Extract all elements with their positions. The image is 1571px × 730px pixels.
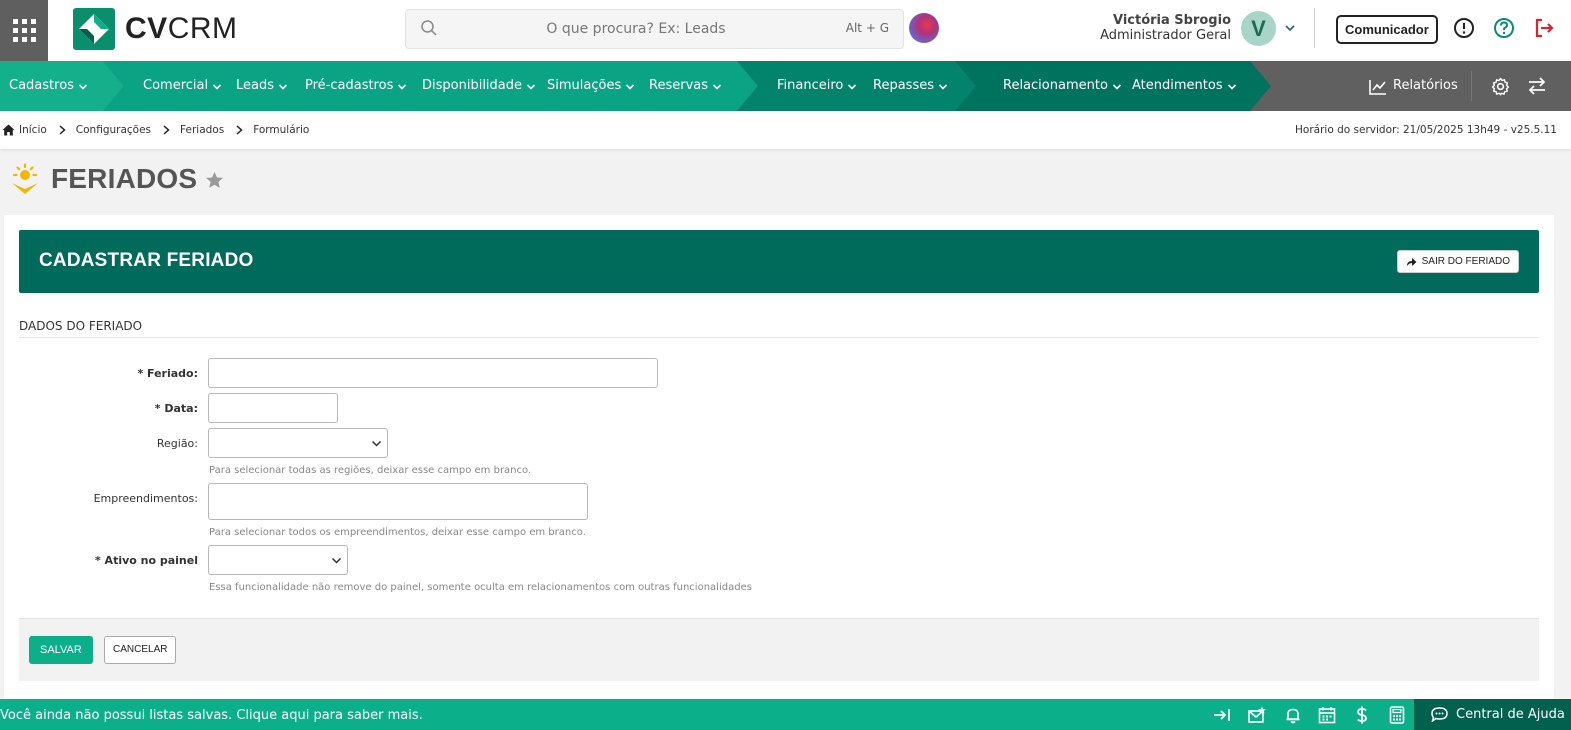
page-title: FERIADOS bbox=[51, 163, 198, 194]
info-icon[interactable] bbox=[1453, 17, 1475, 39]
feriado-input[interactable] bbox=[208, 358, 658, 388]
chevron-down-icon bbox=[371, 440, 382, 447]
calendar-icon[interactable] bbox=[1318, 706, 1336, 724]
chevron-down-icon bbox=[278, 83, 288, 90]
ativo-hint: Essa funcionalidade não remove do painel… bbox=[209, 582, 752, 593]
apps-menu-button[interactable] bbox=[0, 0, 48, 61]
comunicador-button[interactable]: Comunicador bbox=[1336, 15, 1438, 44]
bottom-bar: Você ainda não possui listas salvas. Cli… bbox=[0, 699, 1571, 730]
chevron-down-icon bbox=[1227, 83, 1236, 90]
saved-lists-message[interactable]: Você ainda não possui listas salvas. Cli… bbox=[0, 708, 423, 723]
nav-pre-cadastros[interactable]: Pré-cadastros bbox=[305, 61, 407, 111]
main-navbar: Cadastros Comercial Leads Pré-cadastros … bbox=[0, 61, 1571, 111]
chevron-right-icon bbox=[236, 125, 243, 135]
line-chart-icon bbox=[1369, 79, 1386, 95]
chevron-down-icon bbox=[78, 83, 87, 90]
chevron-down-icon bbox=[398, 83, 407, 90]
dollar-icon[interactable] bbox=[1353, 706, 1371, 724]
chevron-down-icon bbox=[1112, 83, 1121, 90]
logo-mark-icon bbox=[73, 8, 115, 50]
page-title-row: FERIADOS bbox=[9, 163, 224, 195]
chevron-down-icon bbox=[526, 83, 536, 90]
chevron-down-icon bbox=[712, 83, 722, 90]
ai-assistant-icon[interactable] bbox=[909, 13, 939, 43]
nav-disponibilidade[interactable]: Disponibilidade bbox=[422, 61, 536, 111]
ativo-label: * Ativo no painel bbox=[94, 554, 198, 567]
search-input[interactable] bbox=[446, 10, 826, 48]
nav-relatorios[interactable]: Relatórios bbox=[1369, 61, 1458, 111]
chevron-down-icon bbox=[848, 83, 857, 90]
avatar[interactable]: V bbox=[1241, 11, 1276, 46]
search-shortcut: Alt + G bbox=[845, 21, 889, 35]
nav-reservas[interactable]: Reservas bbox=[649, 61, 722, 111]
breadcrumb-configuracoes[interactable]: Configurações bbox=[76, 124, 151, 136]
chevron-down-icon bbox=[938, 83, 948, 90]
section-title: DADOS DO FERIADO bbox=[19, 319, 143, 333]
home-icon[interactable] bbox=[2, 124, 15, 136]
divider bbox=[19, 337, 1539, 338]
nav-repasses[interactable]: Repasses bbox=[873, 61, 948, 111]
favorite-star-icon[interactable] bbox=[205, 171, 224, 189]
chevron-down-icon bbox=[626, 83, 635, 90]
share-arrow-icon bbox=[1406, 257, 1417, 266]
ativo-select[interactable] bbox=[208, 545, 348, 575]
chevron-down-icon bbox=[213, 83, 222, 90]
help-circle-icon[interactable] bbox=[1493, 17, 1515, 39]
nav-simulacoes[interactable]: Simulações bbox=[547, 61, 635, 111]
empreendimentos-hint: Para selecionar todos os empreendimentos… bbox=[209, 527, 586, 538]
top-header: CVCRM Alt + G Victória Sbrogio Administr… bbox=[0, 0, 1571, 61]
feriado-label: * Feriado: bbox=[137, 367, 198, 380]
breadcrumb-formulario: Formulário bbox=[253, 124, 310, 136]
save-button[interactable]: SALVAR bbox=[29, 636, 93, 664]
server-time: Horário do servidor: 21/05/2025 13h49 - … bbox=[1295, 124, 1557, 136]
calculator-icon[interactable] bbox=[1388, 706, 1406, 724]
cancel-button[interactable]: CANCELAR bbox=[104, 636, 177, 664]
empreendimentos-label: Empreendimentos: bbox=[93, 492, 198, 505]
exit-feriado-button[interactable]: SAIR DO FERIADO bbox=[1396, 250, 1519, 273]
nav-comercial[interactable]: Comercial bbox=[143, 61, 222, 111]
breadcrumb-bar: Início Configurações Feriados Formulário… bbox=[0, 111, 1571, 149]
bell-icon[interactable] bbox=[1284, 706, 1302, 724]
form-header: CADASTRAR FERIADO SAIR DO FERIADO bbox=[19, 230, 1539, 293]
empreendimentos-multiselect[interactable] bbox=[208, 483, 588, 520]
chevron-down-icon[interactable] bbox=[1284, 22, 1296, 34]
breadcrumb-inicio[interactable]: Início bbox=[19, 124, 47, 136]
regiao-label: Região: bbox=[156, 437, 198, 450]
breadcrumb: Início Configurações Feriados Formulário bbox=[2, 124, 309, 136]
sun-horizon-icon bbox=[12, 163, 38, 194]
chevron-down-icon bbox=[331, 557, 342, 564]
breadcrumb-feriados[interactable]: Feriados bbox=[180, 124, 224, 136]
form-card: CADASTRAR FERIADO SAIR DO FERIADO DADOS … bbox=[4, 215, 1554, 699]
nav-atendimentos[interactable]: Atendimentos bbox=[1132, 61, 1237, 111]
user-role: Administrador Geral bbox=[1100, 28, 1231, 43]
swap-icon[interactable] bbox=[1528, 77, 1546, 95]
chevron-right-icon bbox=[59, 125, 66, 135]
data-input[interactable] bbox=[208, 393, 338, 423]
logout-icon[interactable] bbox=[1533, 17, 1555, 39]
divider bbox=[1314, 8, 1315, 48]
nav-cadastros[interactable]: Cadastros bbox=[9, 61, 88, 111]
divider bbox=[1471, 71, 1472, 101]
data-label: * Data: bbox=[154, 402, 198, 415]
user-name: Victória Sbrogio bbox=[1112, 13, 1231, 28]
nav-leads[interactable]: Leads bbox=[236, 61, 288, 111]
form-actions: SALVAR CANCELAR bbox=[19, 618, 1539, 681]
logo-text: CVCRM bbox=[125, 12, 238, 45]
search-icon bbox=[421, 20, 437, 36]
user-info[interactable]: Victória Sbrogio Administrador Geral bbox=[1100, 13, 1231, 43]
nav-relacionamento[interactable]: Relacionamento bbox=[1003, 61, 1122, 111]
global-search[interactable]: Alt + G bbox=[405, 9, 904, 49]
regiao-select[interactable] bbox=[208, 428, 388, 458]
mail-star-icon[interactable] bbox=[1248, 706, 1266, 724]
chevron-right-icon bbox=[163, 125, 170, 135]
gear-icon[interactable] bbox=[1491, 77, 1510, 96]
collapse-right-icon[interactable] bbox=[1213, 706, 1231, 724]
logo[interactable]: CVCRM bbox=[73, 8, 238, 50]
regiao-hint: Para selecionar todas as regiões, deixar… bbox=[209, 465, 532, 476]
chat-bubble-icon bbox=[1431, 707, 1448, 722]
form-title: CADASTRAR FERIADO bbox=[39, 250, 254, 271]
nav-financeiro[interactable]: Financeiro bbox=[777, 61, 857, 111]
help-center-button[interactable]: Central de Ajuda bbox=[1414, 699, 1571, 730]
